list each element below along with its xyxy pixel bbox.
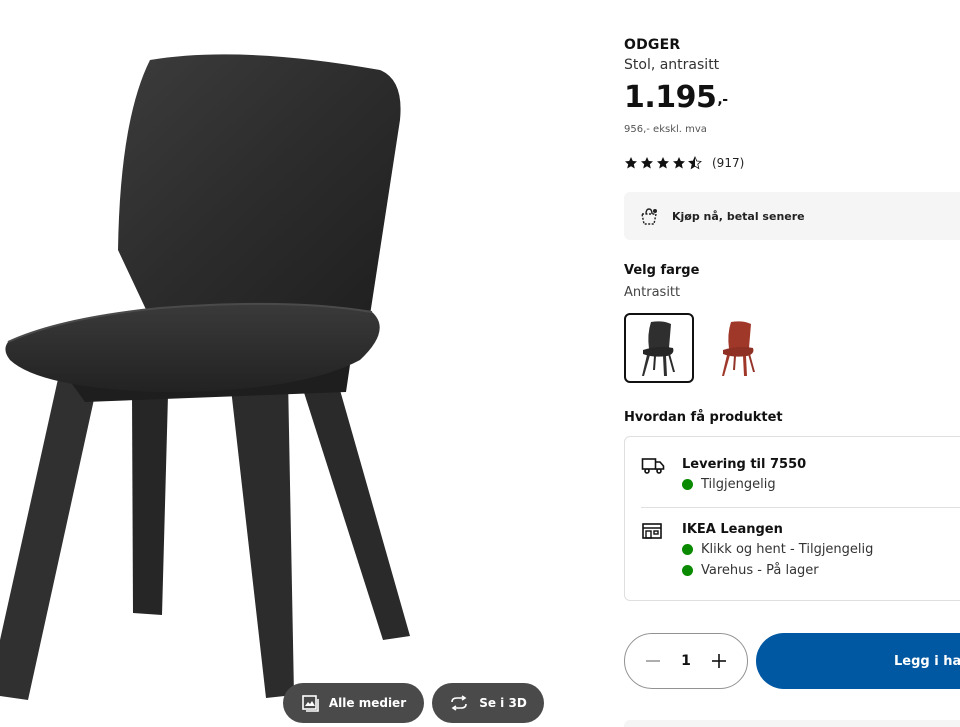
fulfilment-heading: Hvordan få produktet xyxy=(624,410,783,425)
status-dot xyxy=(682,479,693,490)
star-full-icon xyxy=(625,157,637,169)
store-icon xyxy=(642,523,662,539)
price-value: 1.195 xyxy=(624,80,717,115)
fulfilment-options: Levering til 7550 Tilgjengelig IKEA Lean… xyxy=(624,436,960,601)
home-delivery-title: Levering til 7550 xyxy=(682,457,807,472)
star-half-icon xyxy=(688,156,702,170)
price-suffix: ,- xyxy=(717,92,728,108)
color-heading: Velg farge xyxy=(624,263,700,278)
product-page: Alle medier Se i 3D ODGER Stol, antrasit… xyxy=(0,0,960,727)
decrease-quantity-button[interactable] xyxy=(643,651,663,671)
color-swatch-red[interactable] xyxy=(704,313,774,383)
product-image[interactable]: Alle medier Se i 3D xyxy=(0,0,560,727)
in-store-text: Varehus - På lager xyxy=(701,563,819,578)
next-section-panel xyxy=(624,720,960,727)
selected-color-label: Antrasitt xyxy=(624,285,681,300)
view-3d-button[interactable]: Se i 3D xyxy=(432,683,544,723)
truck-icon xyxy=(641,458,665,474)
buy-now-pay-later-banner[interactable]: Kjøp nå, betal senere xyxy=(624,192,960,240)
click-collect-text: Klikk og hent - Tilgjengelig xyxy=(701,542,874,557)
divider xyxy=(641,507,960,508)
increase-quantity-button[interactable] xyxy=(709,651,729,671)
product-name: ODGER xyxy=(624,37,681,53)
chair-thumbnail-red xyxy=(722,321,755,376)
all-media-button[interactable]: Alle medier xyxy=(283,683,424,723)
star-full-icon xyxy=(673,157,685,169)
gallery-icon xyxy=(302,695,319,712)
status-dot xyxy=(682,544,693,555)
star-full-icon xyxy=(641,157,653,169)
chair-image xyxy=(0,54,410,700)
product-description: Stol, antrasitt xyxy=(624,57,720,73)
price-ex-vat: 956,- ekskl. mva xyxy=(624,124,707,135)
home-delivery-status-text: Tilgjengelig xyxy=(701,477,776,492)
review-count: (917) xyxy=(712,156,745,170)
price: 1.195 ,- xyxy=(624,80,728,115)
plus-icon xyxy=(712,654,726,668)
status-dot xyxy=(682,565,693,576)
quantity-value[interactable]: 1 xyxy=(674,653,698,669)
view-3d-label: Se i 3D xyxy=(479,696,527,710)
rating[interactable]: (917) xyxy=(624,156,744,170)
minus-icon xyxy=(646,660,660,662)
add-to-cart-button[interactable]: Legg i handlekurv xyxy=(756,633,960,689)
in-store-status: Varehus - På lager xyxy=(682,563,819,578)
buy-now-pay-later-label: Kjøp nå, betal senere xyxy=(672,209,805,223)
click-collect-status: Klikk og hent - Tilgjengelig xyxy=(682,542,873,557)
quantity-stepper: 1 xyxy=(624,633,748,689)
star-full-icon xyxy=(657,157,669,169)
color-swatch-antrasitt[interactable] xyxy=(624,313,694,383)
chair-thumbnail-anthracite xyxy=(642,321,675,376)
home-delivery-status: Tilgjengelig xyxy=(682,477,776,492)
rotate-3d-icon xyxy=(451,695,468,711)
store-title: IKEA Leangen xyxy=(682,522,783,537)
all-media-label: Alle medier xyxy=(328,696,407,710)
shopping-bag-icon xyxy=(641,208,657,225)
add-to-cart-label: Legg i handlekurv xyxy=(894,653,960,669)
